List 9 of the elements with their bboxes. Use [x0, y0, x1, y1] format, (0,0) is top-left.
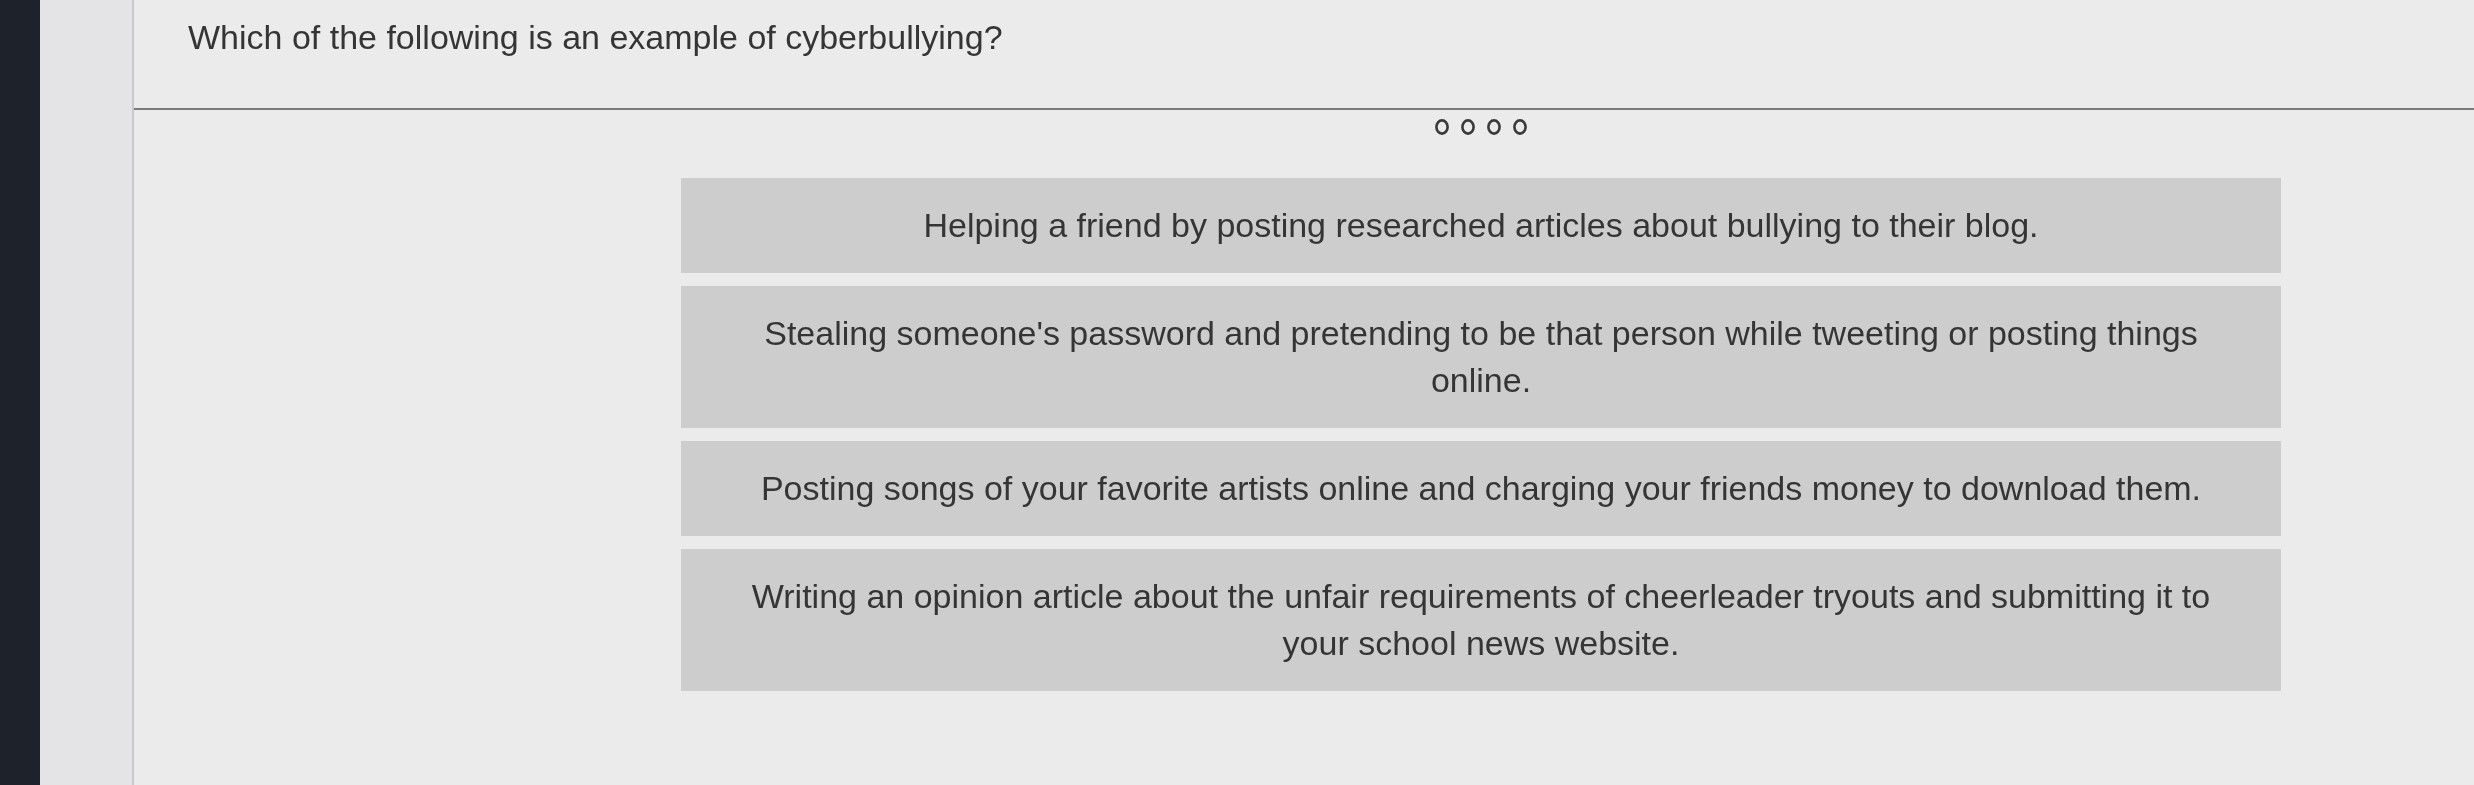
- answer-option[interactable]: Writing an opinion article about the unfair requirements of cheerleader tryouts and submitting it to your school news website.: [681, 549, 2281, 691]
- question-text: Which of the following is an example of cyberbullying?: [188, 18, 1003, 56]
- answer-option[interactable]: Helping a friend by posting researched articles about bullying to their blog.: [681, 178, 2281, 273]
- ring-icon: [1435, 119, 1449, 135]
- ring-icon: [1487, 119, 1501, 135]
- answer-option[interactable]: Posting songs of your favorite artists online and charging your friends money to download them.: [681, 441, 2281, 536]
- answer-option[interactable]: Stealing someone's password and pretending to be that person while tweeting or posting things online.: [681, 286, 2281, 428]
- ring-icon: [1461, 119, 1475, 135]
- ring-icon: [1513, 119, 1527, 135]
